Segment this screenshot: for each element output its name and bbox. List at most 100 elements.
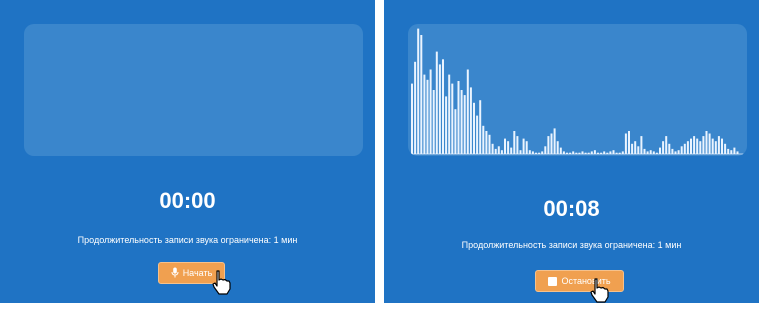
waveform-bar <box>531 151 534 154</box>
duration-limit-note: Продолжительность записи звука ограничен… <box>461 240 682 250</box>
waveform-bar <box>438 64 441 154</box>
waveform-bar <box>525 141 528 154</box>
waveform-bar <box>553 128 556 154</box>
waveform-bar <box>643 148 646 154</box>
waveform-bar <box>696 138 699 154</box>
waveform-bar <box>714 141 717 154</box>
waveform-bar <box>460 90 463 154</box>
waveform-bar <box>510 147 513 154</box>
waveform-bar <box>445 96 448 154</box>
waveform-bar <box>717 136 720 154</box>
waveform-bar <box>721 138 723 154</box>
waveform-bar <box>442 59 444 154</box>
waveform-bar <box>473 102 475 154</box>
waveform-bar <box>420 35 423 154</box>
waveform-bar <box>550 133 553 154</box>
waveform-bar <box>597 152 599 154</box>
waveform-bar <box>680 146 683 154</box>
waveform-bar <box>411 83 413 154</box>
waveform-bar <box>652 151 655 154</box>
stop-icon <box>548 276 558 286</box>
waveform-bar <box>631 143 634 154</box>
waveform-bar <box>600 152 603 154</box>
hand-cursor-icon <box>211 270 233 301</box>
waveform-bar <box>637 146 640 154</box>
waveform-bar <box>590 151 593 154</box>
waveform-bar <box>528 150 531 154</box>
waveform-bar <box>587 152 590 154</box>
waveform-bar <box>655 152 658 154</box>
waveform-bar <box>649 150 652 154</box>
waveform-bar <box>451 83 454 154</box>
waveform-bar <box>448 74 451 154</box>
waveform-bar <box>541 151 544 154</box>
recorder-panel-idle: 00:00 Продолжительность записи звука огр… <box>0 0 375 303</box>
waveform-bar <box>711 138 714 154</box>
waveform-bar <box>581 151 584 154</box>
waveform-bar <box>671 148 674 154</box>
waveform-bar <box>572 151 575 154</box>
waveform-bar <box>535 152 537 154</box>
waveform-bar <box>615 152 618 154</box>
waveform-bar <box>426 79 429 154</box>
waveform-bar <box>479 100 482 154</box>
waveform-bar <box>665 136 668 154</box>
waveform-bar <box>538 152 541 154</box>
waveform-bar <box>522 138 525 154</box>
waveform-bar <box>494 148 497 154</box>
waveform-bar <box>575 152 578 154</box>
duration-limit-note: Продолжительность записи звука ограничен… <box>77 235 298 245</box>
waveform-bar <box>454 109 457 154</box>
waveform-bar <box>705 131 708 154</box>
waveform-bar <box>516 136 519 154</box>
waveform-bar <box>624 133 627 154</box>
waveform-bar <box>566 152 568 154</box>
audio-waveform <box>408 28 747 155</box>
waveform-bar <box>469 87 472 154</box>
waveform-bar <box>736 151 739 154</box>
waveform-area <box>408 24 747 156</box>
waveform-bar <box>513 131 516 154</box>
waveform-bar <box>556 141 559 154</box>
waveform-bar <box>485 131 488 154</box>
waveform-bar <box>646 151 649 154</box>
waveform-bar <box>584 152 587 154</box>
waveform-bar <box>435 51 438 154</box>
waveform-bar <box>417 28 420 155</box>
start-button-label: Начать <box>182 268 213 278</box>
waveform-bar <box>730 150 733 154</box>
waveform-bar <box>457 81 460 154</box>
microphone-icon <box>171 267 179 280</box>
waveform-bar <box>690 138 692 154</box>
waveform-bar <box>603 151 606 154</box>
waveform-bar <box>677 150 680 154</box>
waveform-bar <box>488 134 491 154</box>
waveform-bar <box>414 61 417 154</box>
waveform-bar <box>476 115 479 154</box>
hand-cursor-icon <box>589 278 611 309</box>
waveform-bar <box>702 136 705 154</box>
waveform-bar <box>609 151 612 154</box>
recorder-panel-recording: 00:08 Продолжительность записи звука огр… <box>384 0 759 303</box>
waveform-bar <box>699 141 702 154</box>
waveform-bar <box>634 141 637 154</box>
waveform-bar <box>544 146 547 154</box>
waveform-bar <box>727 148 730 154</box>
waveform-area <box>24 24 363 156</box>
waveform-bar <box>659 147 661 154</box>
waveform-bar <box>491 143 494 154</box>
waveform-bar <box>423 74 426 154</box>
waveform-bar <box>606 152 609 154</box>
waveform-bar <box>662 141 665 154</box>
waveform-bar <box>578 152 581 154</box>
timer: 00:00 <box>159 188 216 213</box>
waveform-bar <box>708 133 711 154</box>
waveform-bar <box>569 152 572 154</box>
waveform-bar <box>674 151 677 154</box>
waveform-bar <box>547 136 550 154</box>
waveform-bar <box>429 69 432 154</box>
waveform-bar <box>724 143 727 154</box>
waveform-bar <box>500 150 503 154</box>
waveform-bar <box>562 151 565 154</box>
waveform-bar <box>683 143 686 154</box>
